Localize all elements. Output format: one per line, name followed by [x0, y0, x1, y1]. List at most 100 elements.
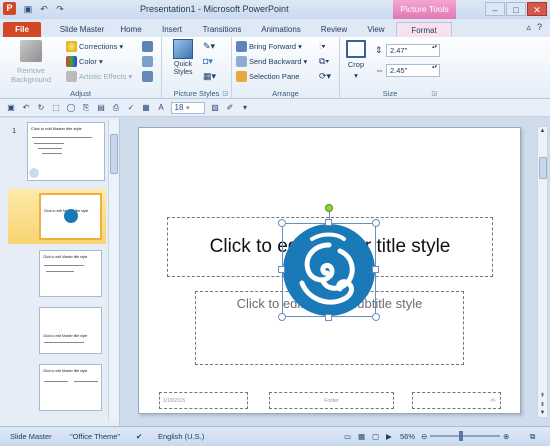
normal-view-icon[interactable]: ▭	[344, 432, 351, 441]
undo-icon[interactable]: ↶	[38, 3, 50, 15]
dropdown-arrow-icon: ▾	[303, 57, 308, 66]
compress-pictures-icon[interactable]	[142, 41, 153, 52]
editor-vertical-scrollbar[interactable]: ▲ ⇞ ⇟ ▼	[537, 126, 548, 418]
redo-icon[interactable]: ↻	[36, 103, 46, 113]
slide-number-placeholder[interactable]: ‹#›	[412, 392, 501, 409]
selection-pane-button[interactable]: Selection Pane	[236, 71, 299, 82]
zoom-slider-knob[interactable]	[459, 431, 463, 441]
picture-border-icon[interactable]: ✎▾	[203, 41, 215, 52]
copy-icon[interactable]: ⎘	[81, 103, 91, 113]
spelling-icon[interactable]: ✓	[126, 103, 136, 113]
status-theme[interactable]: "Office Theme"	[70, 432, 120, 441]
minimize-ribbon-icon[interactable]: ▵	[526, 22, 531, 33]
tab-animations[interactable]: Animations	[256, 22, 306, 37]
corrections-button[interactable]: Corrections ▾	[66, 41, 123, 52]
thumbnail-scrollbar[interactable]	[108, 120, 118, 420]
tab-review[interactable]: Review	[316, 22, 352, 37]
align-icon[interactable]: ⫶▾	[319, 41, 326, 52]
shape-height-input[interactable]: 2.47"	[386, 44, 440, 57]
master-thumbnail[interactable]: Click to edit Master title style	[27, 122, 105, 181]
resize-handle[interactable]	[278, 219, 286, 227]
tab-home[interactable]: Home	[116, 22, 146, 37]
previous-slide-icon[interactable]: ⇞	[538, 392, 547, 399]
crop-button[interactable]: Crop ▾	[344, 40, 368, 80]
color-button[interactable]: Color ▾	[66, 56, 103, 67]
save-icon[interactable]: ▣	[22, 3, 34, 15]
layout-thumbnail[interactable]: Click to edit Master title style	[39, 307, 102, 354]
shapes-icon[interactable]: ◯	[66, 103, 76, 113]
customize-qat-icon[interactable]: ▾	[240, 103, 250, 113]
scroll-down-icon[interactable]: ▼	[538, 410, 547, 416]
tab-slide-master[interactable]: Slide Master	[50, 22, 114, 37]
status-language[interactable]: English (U.S.)	[158, 432, 204, 441]
layout-thumbnail[interactable]: Click to edit Master title style	[39, 250, 102, 297]
scroll-up-icon[interactable]: ▲	[538, 128, 547, 134]
spell-check-icon[interactable]: ✔	[136, 432, 142, 441]
resize-handle[interactable]	[372, 219, 380, 227]
redo-icon[interactable]: ↷	[54, 3, 66, 15]
layout-thumbnail[interactable]: Click to edit Master title style	[39, 193, 102, 240]
footer-text: Footer	[324, 397, 339, 404]
resize-handle[interactable]	[372, 313, 380, 321]
rotation-handle-icon[interactable]	[325, 204, 333, 212]
reading-view-icon[interactable]: ▢	[372, 432, 379, 441]
send-backward-button[interactable]: Send Backward ▾	[236, 56, 307, 67]
tab-insert[interactable]: Insert	[156, 22, 188, 37]
date-placeholder[interactable]: 1/18/2015	[159, 392, 248, 409]
zoom-in-icon[interactable]: ⊕	[503, 432, 509, 441]
minimize-icon[interactable]: –	[485, 2, 505, 16]
help-icon[interactable]: ?	[537, 22, 542, 33]
footer-placeholder[interactable]: Footer	[269, 392, 394, 409]
quick-styles-button[interactable]: Quick Styles	[169, 39, 197, 77]
reset-picture-icon[interactable]	[142, 71, 153, 82]
next-slide-icon[interactable]: ⇟	[538, 401, 547, 408]
slide-show-icon[interactable]: ▶	[386, 432, 392, 441]
title-quick-access: ▣ ↶ ↷	[22, 3, 66, 15]
layout-thumbnail[interactable]: Click to edit Master title style	[39, 364, 102, 411]
scrollbar-thumb[interactable]	[539, 157, 547, 179]
bring-forward-button[interactable]: Bring Forward ▾	[236, 41, 302, 52]
selection-pane-icon	[236, 71, 247, 82]
quick-access-toolbar: ▣ ↶ ↻ ⬚ ◯ ⎘ ▤ ⎙ ✓ ▦ A 18 ▾ ▨ ✐ ▾	[0, 99, 550, 117]
close-icon[interactable]: ✕	[527, 2, 547, 16]
resize-handle[interactable]	[372, 266, 379, 273]
font-size-select[interactable]: 18 ▾	[171, 102, 205, 114]
resize-handle[interactable]	[278, 266, 285, 273]
resize-handle[interactable]	[325, 314, 332, 321]
resize-handle[interactable]	[325, 219, 332, 226]
picture-layout-icon[interactable]: ▦▾	[203, 71, 216, 82]
change-picture-icon[interactable]	[142, 56, 153, 67]
tab-view[interactable]: View	[362, 22, 390, 37]
group-objects-icon[interactable]: ⧉▾	[319, 56, 329, 67]
print-icon[interactable]: ⎙	[111, 103, 121, 113]
artistic-effects-button[interactable]: Artistic Effects ▾	[66, 71, 132, 82]
undo-icon[interactable]: ↶	[21, 103, 31, 113]
slide-sorter-icon[interactable]: ▦	[358, 432, 365, 441]
zoom-level[interactable]: 56%	[400, 432, 415, 441]
tab-transitions[interactable]: Transitions	[197, 22, 247, 37]
picture-effects-icon[interactable]: ◘▾	[203, 56, 213, 67]
remove-background-button[interactable]: Remove Background	[7, 40, 55, 84]
font-color-icon[interactable]: A	[156, 103, 166, 113]
rotate-icon[interactable]: ⟳▾	[319, 71, 331, 82]
scrollbar-thumb[interactable]	[110, 134, 118, 174]
powerpoint-app-icon[interactable]: P	[3, 2, 16, 15]
slide-canvas[interactable]: Click to edit Master title style Click t…	[138, 127, 521, 414]
table-icon[interactable]: ▦	[141, 103, 151, 113]
shape-width-input[interactable]: 2.45"	[386, 64, 440, 77]
picture-icon[interactable]: ▨	[210, 103, 220, 113]
tab-file[interactable]: File	[3, 22, 41, 37]
dialog-launcher-icon[interactable]: ◲	[431, 90, 437, 97]
lasso-select-icon[interactable]: ⬚	[51, 103, 61, 113]
fit-to-window-icon[interactable]: ⧉	[530, 432, 535, 442]
zoom-slider[interactable]	[430, 435, 500, 437]
maximize-icon[interactable]: □	[506, 2, 526, 16]
format-painter-icon[interactable]: ✐	[225, 103, 235, 113]
tab-format[interactable]: Format	[396, 22, 452, 37]
dialog-launcher-icon[interactable]: ◲	[222, 90, 228, 97]
paste-icon[interactable]: ▤	[96, 103, 106, 113]
resize-handle[interactable]	[278, 313, 286, 321]
zoom-out-icon[interactable]: ⊖	[421, 432, 427, 441]
save-icon[interactable]: ▣	[6, 103, 16, 113]
thumbnail-divider	[46, 271, 74, 272]
